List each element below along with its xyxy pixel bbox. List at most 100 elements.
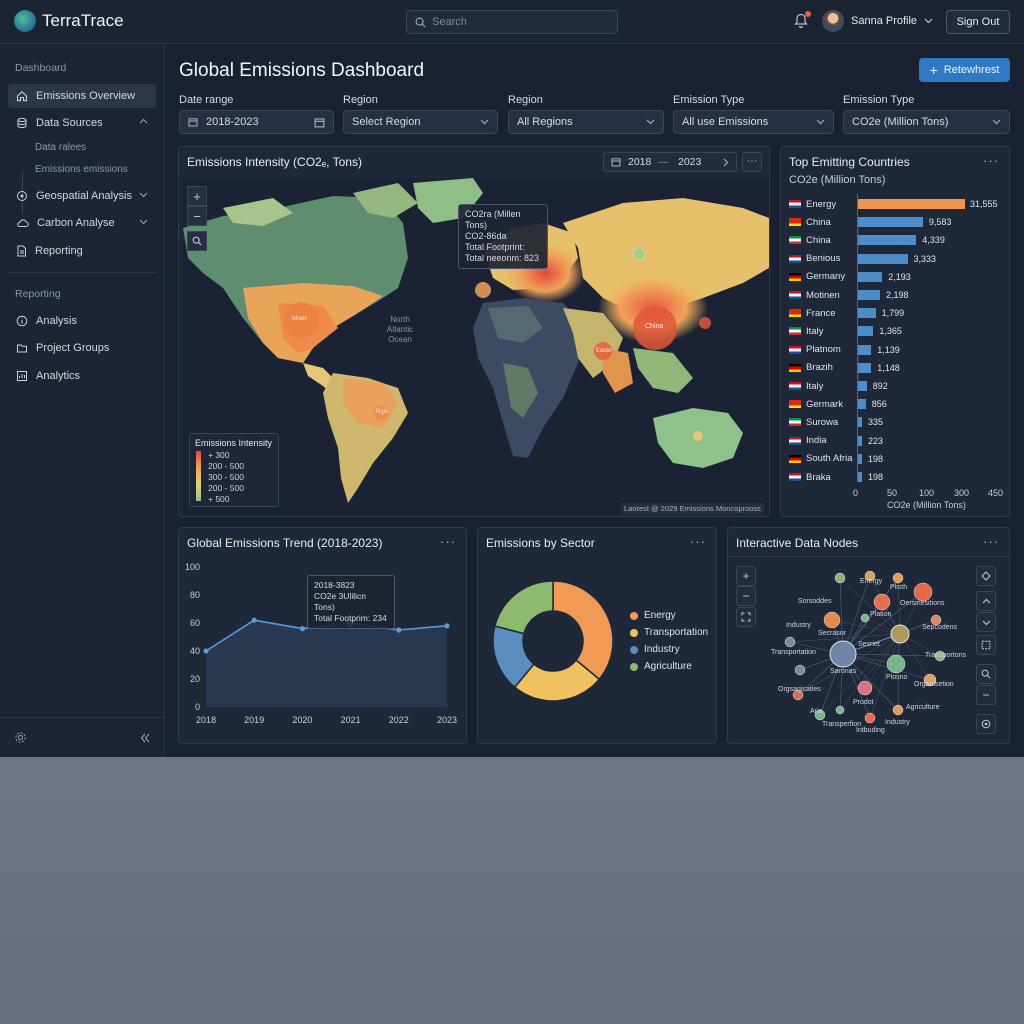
emission-type-select[interactable]: All use Emissions [673, 110, 834, 134]
nodes-fullscreen-button[interactable] [736, 607, 756, 627]
trend-point[interactable] [251, 617, 257, 623]
data-node[interactable] [913, 582, 933, 602]
search-input[interactable] [432, 16, 602, 28]
map-date-range[interactable]: 2018 — 2023 [603, 152, 737, 172]
country-bar[interactable] [858, 381, 867, 391]
trend-point[interactable] [203, 648, 209, 654]
nodes-zoom-out-button[interactable]: − [736, 586, 756, 606]
trend-point[interactable] [396, 627, 402, 633]
sidebar-item-data-sources[interactable]: Data Sources [8, 111, 156, 135]
map-more-button[interactable]: ··· [742, 152, 762, 172]
trend-point[interactable] [299, 626, 305, 632]
country-bar[interactable] [858, 326, 874, 337]
logo[interactable]: TerraTrace [14, 10, 124, 32]
nodes-minus-button[interactable]: − [976, 685, 996, 705]
country-bar[interactable] [858, 399, 866, 410]
refresh-button[interactable]: + Retewhrest [919, 58, 1010, 82]
donut-slice[interactable] [552, 580, 614, 681]
region-select-2[interactable]: All Regions [508, 110, 664, 134]
trend-point[interactable] [444, 623, 450, 629]
legend-item[interactable]: Transportation [630, 627, 708, 638]
more-options-icon[interactable]: ··· [440, 534, 456, 549]
sidebar-item-geospatial-analysis[interactable]: Geospatial Analysis [8, 184, 156, 208]
country-row[interactable]: Energy [789, 196, 836, 212]
sidebar-item-analysis[interactable]: Analysis [8, 309, 156, 333]
data-node-hub[interactable] [829, 640, 857, 668]
sign-out-button[interactable]: Sign Out [946, 10, 1010, 34]
country-bar[interactable] [858, 308, 876, 319]
more-options-icon[interactable]: ··· [983, 153, 999, 168]
sidebar-item-analytics[interactable]: Analytics [8, 364, 156, 388]
data-node[interactable] [835, 705, 845, 715]
country-row[interactable]: South Afria [789, 451, 852, 467]
nodes-settings-button[interactable] [976, 714, 996, 734]
country-row[interactable]: Italy [789, 378, 823, 394]
gear-icon[interactable] [14, 731, 27, 744]
nodes-select-button[interactable] [976, 635, 996, 655]
data-node[interactable] [892, 704, 904, 716]
sidebar-subitem-data-ralees[interactable]: Data ralees [35, 142, 86, 153]
data-node[interactable] [864, 712, 876, 724]
country-row[interactable]: Braka [789, 469, 831, 485]
country-row[interactable]: China [789, 214, 831, 230]
map-zoom-in-button[interactable]: + [187, 186, 207, 206]
country-row[interactable]: Motinen [789, 287, 840, 303]
nodes-up-button[interactable] [976, 591, 996, 611]
country-row[interactable]: France [789, 305, 836, 321]
donut-slice[interactable] [493, 580, 554, 635]
data-node[interactable] [873, 593, 891, 611]
country-bar[interactable] [858, 344, 872, 355]
sidebar-item-project-groups[interactable]: Project Groups [8, 336, 156, 360]
country-row[interactable]: Italy [789, 323, 823, 339]
country-row[interactable]: China [789, 232, 831, 248]
sidebar-item-reporting[interactable]: Reporting [8, 239, 156, 263]
legend-item[interactable]: Agriculture [630, 661, 692, 672]
country-row[interactable]: Platnom [789, 342, 841, 358]
data-node[interactable] [857, 680, 873, 696]
country-bar[interactable] [858, 453, 862, 464]
country-row[interactable]: Germark [789, 396, 843, 412]
data-node[interactable] [892, 572, 904, 584]
map-search-button[interactable] [187, 231, 207, 251]
country-bar[interactable] [858, 253, 908, 264]
emission-unit-select[interactable]: CO2e (Million Tons) [843, 110, 1010, 134]
data-node-hub[interactable] [890, 624, 910, 644]
country-bar[interactable] [858, 217, 923, 228]
country-row[interactable]: Surowa [789, 414, 838, 430]
user-profile-menu[interactable]: Sanna Profile [822, 10, 933, 32]
nodes-zoom-search-button[interactable] [976, 664, 996, 684]
country-bar[interactable] [858, 271, 883, 282]
more-options-icon[interactable]: ··· [983, 534, 999, 549]
legend-item[interactable]: Industry [630, 644, 680, 655]
more-options-icon[interactable]: ··· [690, 534, 706, 549]
country-bar[interactable] [858, 290, 880, 300]
data-node[interactable] [886, 654, 906, 674]
country-bar[interactable] [858, 417, 862, 428]
collapse-sidebar-icon[interactable] [140, 733, 150, 743]
country-bar[interactable] [858, 435, 862, 446]
data-node[interactable] [794, 664, 806, 676]
sidebar-item-carbon-analyse[interactable]: Carbon Analyse [8, 211, 156, 235]
country-row[interactable]: India [789, 433, 827, 449]
country-bar[interactable] [858, 199, 965, 209]
date-range-picker[interactable]: 2018-2023 [179, 110, 334, 134]
data-node[interactable] [823, 611, 841, 629]
country-bar[interactable] [858, 472, 862, 482]
nodes-reset-button[interactable] [976, 566, 996, 586]
sidebar-subitem-emissions[interactable]: Emissions emissions [35, 164, 128, 175]
notification-bell[interactable] [794, 11, 811, 34]
data-node[interactable] [784, 636, 796, 648]
data-node[interactable] [860, 613, 870, 623]
sidebar-item-emissions-overview[interactable]: Emissions Overview [8, 84, 156, 108]
map-zoom-out-button[interactable]: − [187, 206, 207, 226]
country-row[interactable]: Brazih [789, 360, 833, 376]
country-row[interactable]: Germany [789, 269, 845, 285]
legend-item[interactable]: Energy [630, 610, 676, 621]
nodes-zoom-in-button[interactable]: + [736, 566, 756, 586]
nodes-down-button[interactable] [976, 612, 996, 632]
country-bar[interactable] [858, 235, 917, 246]
country-bar[interactable] [858, 362, 872, 373]
country-row[interactable]: Benious [789, 251, 840, 267]
region-select[interactable]: Select Region [343, 110, 498, 134]
search-box[interactable] [406, 10, 618, 34]
